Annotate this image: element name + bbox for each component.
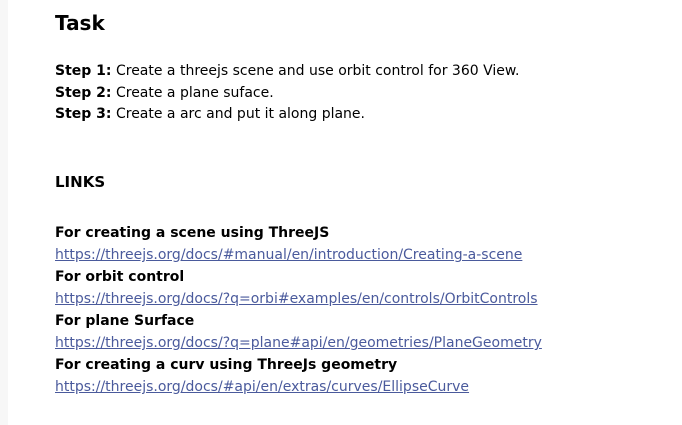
step-item: Step 3: Create a arc and put it along pl… (55, 104, 519, 126)
link-heading-orbit: For orbit control (55, 269, 185, 285)
link-creating-scene[interactable]: https://threejs.org/docs/#manual/en/intr… (55, 244, 542, 266)
step-item: Step 2: Create a plane suface. (55, 83, 519, 105)
task-heading: Task (55, 11, 105, 35)
links-heading: LINKS (55, 173, 106, 191)
link-ellipse-curve[interactable]: https://threejs.org/docs/#api/en/extras/… (55, 376, 542, 398)
step-label: Step 3: (55, 106, 112, 122)
links-list: For creating a scene using ThreeJS https… (55, 222, 542, 398)
link-plane-geometry[interactable]: https://threejs.org/docs/?q=plane#api/en… (55, 332, 542, 354)
link-heading-curve: For creating a curv using ThreeJs geomet… (55, 357, 398, 373)
left-edge-strip (0, 0, 8, 425)
step-text: Create a threejs scene and use orbit con… (111, 63, 520, 79)
link-heading-scene: For creating a scene using ThreeJS (55, 225, 330, 241)
step-label: Step 2: (55, 84, 112, 101)
step-item: Step 1: Create a threejs scene and use o… (55, 61, 519, 83)
step-text: Create a plane suface. (111, 84, 274, 101)
link-orbit-controls[interactable]: https://threejs.org/docs/?q=orbi#example… (55, 288, 542, 310)
step-text: Create a arc and put it along plane. (111, 106, 365, 122)
step-label: Step 1: (55, 63, 112, 79)
steps-list: Step 1: Create a threejs scene and use o… (55, 61, 519, 126)
link-heading-plane: For plane Surface (55, 313, 195, 329)
